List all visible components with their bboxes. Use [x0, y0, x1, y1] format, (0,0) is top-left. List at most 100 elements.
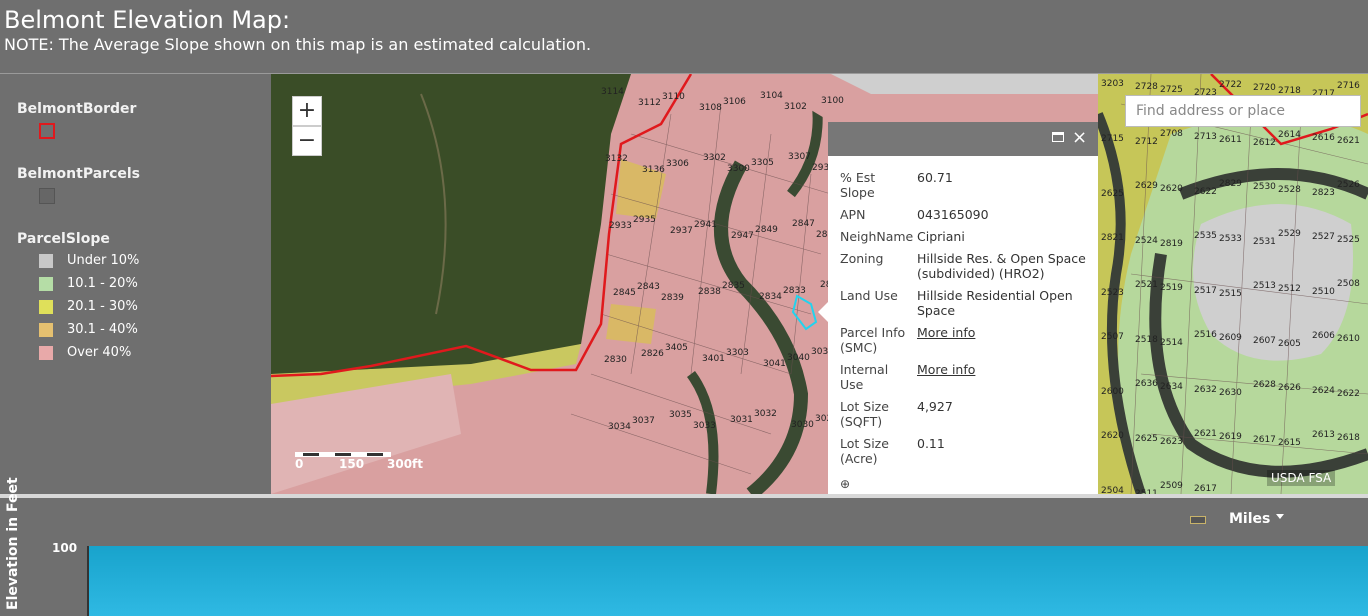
parcel-number: 2605: [1278, 339, 1301, 349]
popup-pointer: [818, 302, 828, 322]
zoom-out-button[interactable]: −: [292, 126, 322, 156]
parcel-number: 3106: [723, 97, 746, 107]
parcel-number: 2607: [1253, 336, 1276, 346]
parcel-number: 2628: [1253, 380, 1276, 390]
parcel-number: 3132: [605, 154, 628, 164]
legend-border-swatch: [39, 123, 55, 139]
field-value: Hillside Residential Open Space: [917, 288, 1073, 318]
parcel-number: 3303: [726, 348, 749, 358]
field-value: 043165090: [917, 207, 989, 222]
parcel-number: 3030: [791, 420, 814, 430]
field-key: Lot Size (SQFT): [840, 399, 889, 429]
parcel-number: 3112: [638, 98, 661, 108]
parcel-number: 2531: [1253, 237, 1276, 247]
field-key: Lot Size (Acre): [840, 436, 889, 466]
parcel-number: 2725: [1160, 85, 1183, 95]
units-dropdown[interactable]: Miles: [1229, 511, 1270, 527]
parcel-number: 2507: [1101, 332, 1124, 342]
parcel-number: 2947: [731, 231, 754, 241]
parcel-number: 2533: [1219, 234, 1242, 244]
field-value: 60.71: [917, 170, 953, 185]
internal-use-link[interactable]: More info: [917, 362, 1087, 377]
parcel-number: 3136: [642, 165, 665, 175]
parcel-number: 2529: [1278, 229, 1301, 239]
field-key: % Est Slope: [840, 170, 876, 200]
legend-panel: BelmontBorder BelmontParcels ParcelSlope…: [0, 74, 270, 494]
parcel-number: 2843: [637, 282, 660, 292]
parcel-number: 3100: [821, 96, 844, 106]
parcel-number: 2517: [1194, 286, 1217, 296]
parcel-number: 2632: [1194, 385, 1217, 395]
legend-swatch: [39, 323, 53, 337]
parcel-number: 2525: [1337, 235, 1360, 245]
parcel-number: 2819: [1160, 239, 1183, 249]
parcel-number: 2621: [1337, 136, 1360, 146]
field-value: 4,927: [917, 399, 953, 414]
chevron-down-icon[interactable]: [1276, 514, 1284, 519]
parcel-number: 3110: [662, 92, 685, 102]
parcel-number: 2620: [1160, 184, 1183, 194]
parcel-number: 2519: [1160, 283, 1183, 293]
parcel-number: 3108: [699, 103, 722, 113]
parcel-number: 2712: [1135, 137, 1158, 147]
parcel-number: 2622: [1337, 389, 1360, 399]
field-key: Parcel Info (SMC): [840, 325, 906, 355]
parcel-number: 2713: [1194, 132, 1217, 142]
field-key: Land Use: [840, 288, 898, 303]
parcel-number: 2933: [609, 221, 632, 231]
parcel-number: 2512: [1278, 284, 1301, 294]
parcel-info-link[interactable]: More info: [917, 325, 1087, 340]
map-attribution: USDA FSA: [1267, 470, 1336, 486]
legend-label: 20.1 - 30%: [67, 299, 138, 314]
parcel-number: 2630: [1219, 388, 1242, 398]
parcel-number: 3041: [763, 359, 786, 369]
legend-swatch: [39, 254, 53, 268]
parcel-number: 2823: [1312, 188, 1335, 198]
field-key: NeighName: [840, 229, 914, 244]
page-title: Belmont Elevation Map:: [4, 6, 291, 34]
ruler-icon[interactable]: [1190, 516, 1206, 524]
parcel-number: 2509: [1160, 481, 1183, 491]
parcel-number: 2636: [1135, 379, 1158, 389]
parcel-number: 2530: [1253, 182, 1276, 192]
field-key: Zoning: [840, 251, 884, 266]
map-canvas[interactable]: 3114 31123110 31083106 31043102 3100 3132 3136…: [271, 74, 1368, 494]
maximize-icon[interactable]: [1052, 132, 1064, 142]
parcel-number: 2510: [1312, 287, 1335, 297]
parcel-number: 3306: [666, 159, 689, 169]
zoom-to-icon[interactable]: ⊕: [840, 477, 850, 491]
parcel-number: 3033: [693, 421, 716, 431]
parcel-number: 2516: [1194, 330, 1217, 340]
parcel-number: 2613: [1312, 430, 1335, 440]
parcel-number: 2508: [1337, 279, 1360, 289]
parcel-number: 2716: [1337, 81, 1360, 91]
search-input[interactable]: Find address or place: [1125, 95, 1361, 127]
parcel-number: 2528: [1278, 185, 1301, 195]
parcel-number: 3401: [702, 354, 725, 364]
popup-title-bar: ×: [828, 122, 1098, 156]
parcel-number: 2513: [1253, 281, 1276, 291]
parcel-number: 2826: [641, 349, 664, 359]
parcel-number: 2821: [1101, 233, 1124, 243]
parcel-number: 2612: [1253, 138, 1276, 148]
close-icon[interactable]: ×: [1072, 127, 1087, 148]
parcel-number: 3104: [760, 91, 783, 101]
parcel-number: 3307: [788, 152, 811, 162]
map-view[interactable]: 3114 3112 3110 3108 3106 3104 3102 3100 3132 3136…: [271, 74, 1368, 494]
page-note: NOTE: The Average Slope shown on this ma…: [4, 35, 592, 54]
parcel-number: 2623: [1160, 437, 1183, 447]
parcel-number: 2845: [613, 288, 636, 298]
field-value: 0.11: [917, 436, 945, 451]
parcel-number: 2615: [1278, 438, 1301, 448]
parcel-number: 2535: [1194, 231, 1217, 241]
parcel-number: 3300: [727, 164, 750, 174]
y-axis-label: Elevation in Feet: [5, 477, 21, 610]
elevation-chart-area[interactable]: [87, 546, 1368, 616]
parcel-number: 2935: [633, 215, 656, 225]
zoom-in-button[interactable]: +: [292, 96, 322, 126]
parcel-number: 2625: [1101, 189, 1124, 199]
legend-parcels-title: BelmontParcels: [17, 166, 140, 182]
parcel-number: 2835: [722, 281, 745, 291]
parcel-number: 2728: [1135, 82, 1158, 92]
legend-slope-title: ParcelSlope: [17, 231, 110, 247]
